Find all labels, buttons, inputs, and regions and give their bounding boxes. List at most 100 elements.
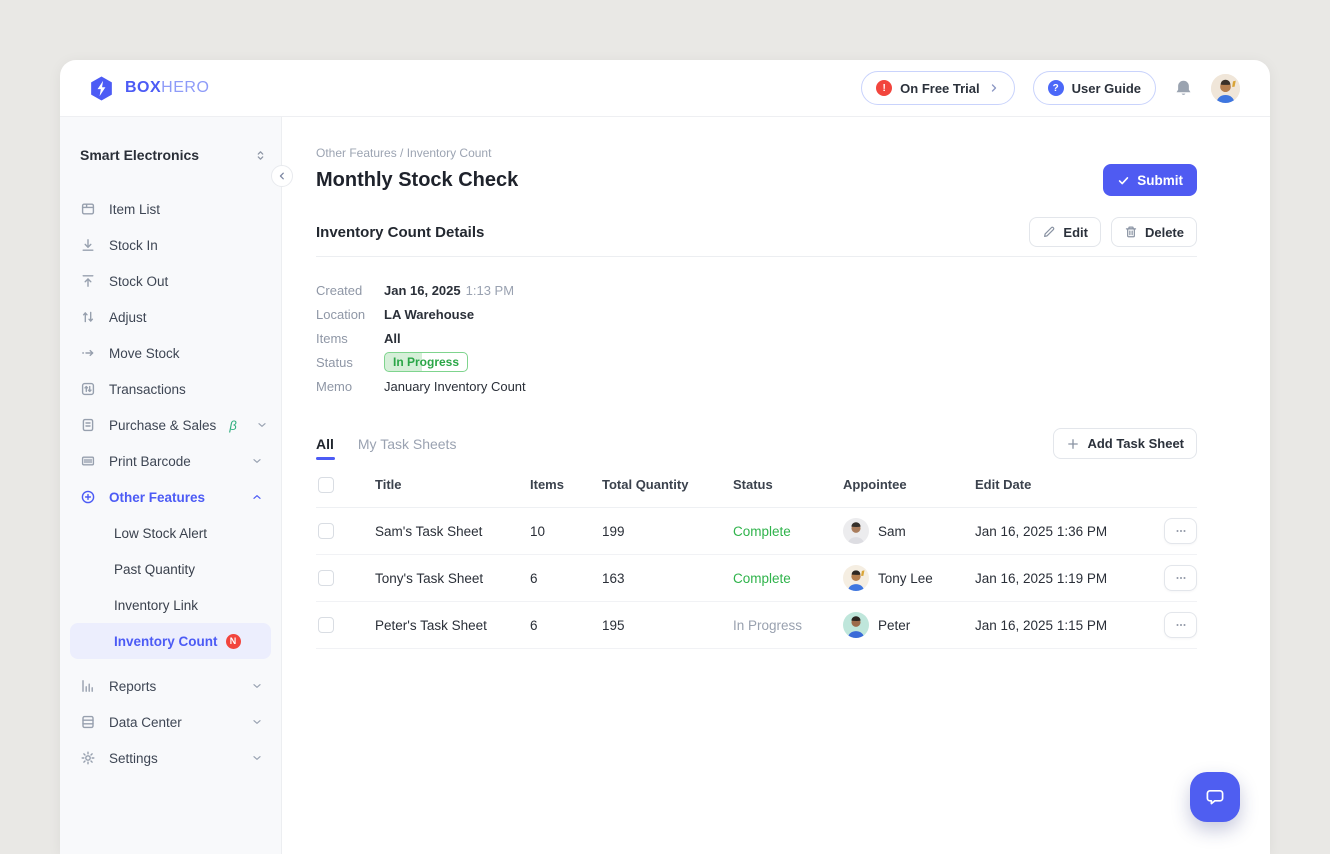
edit-button[interactable]: Edit <box>1029 217 1101 247</box>
more-dots-icon <box>1174 524 1188 538</box>
row-appointee: Tony Lee <box>843 565 975 591</box>
detail-label: Created <box>316 283 384 298</box>
delete-label: Delete <box>1145 225 1184 240</box>
plus-icon <box>1066 437 1080 451</box>
sidebar-item-stock-in[interactable]: Stock In <box>70 227 271 263</box>
sidebar-item-other-features[interactable]: Other Features <box>70 479 271 515</box>
row-more-button[interactable] <box>1164 565 1197 591</box>
sidebar-item-label: Past Quantity <box>114 562 195 577</box>
col-appointee: Appointee <box>843 477 975 492</box>
row-checkbox[interactable] <box>318 523 334 539</box>
created-time: 1:13 PM <box>466 283 514 298</box>
sidebar-collapse-button[interactable] <box>271 165 293 187</box>
row-checkbox[interactable] <box>318 570 334 586</box>
sidebar-item-settings[interactable]: Settings <box>70 740 271 776</box>
sidebar-item-transactions[interactable]: Transactions <box>70 371 271 407</box>
row-qty: 199 <box>602 524 733 539</box>
delete-button[interactable]: Delete <box>1111 217 1197 247</box>
bell-icon[interactable] <box>1174 79 1193 98</box>
item-list-icon <box>80 201 96 217</box>
row-edit-date: Jan 16, 2025 1:36 PM <box>975 524 1157 539</box>
sidebar-item-purchase-sales[interactable]: Purchase & Sales β <box>70 407 271 443</box>
sidebar-item-data-center[interactable]: Data Center <box>70 704 271 740</box>
detail-created: Created Jan 16, 20251:13 PM <box>316 278 1197 302</box>
user-avatar[interactable] <box>1211 74 1240 103</box>
sidebar-item-low-stock-alert[interactable]: Low Stock Alert <box>70 515 271 551</box>
adjust-icon <box>80 309 96 325</box>
row-items: 10 <box>530 524 602 539</box>
sidebar-item-label: Data Center <box>109 715 238 730</box>
col-items: Items <box>530 477 602 492</box>
barcode-icon <box>80 453 96 469</box>
status-badge: In Progress <box>384 352 468 372</box>
transactions-icon <box>80 381 96 397</box>
row-checkbox[interactable] <box>318 617 334 633</box>
sidebar-item-stock-out[interactable]: Stock Out <box>70 263 271 299</box>
appointee-avatar <box>843 612 869 638</box>
row-title: Tony's Task Sheet <box>375 571 530 586</box>
row-more-button[interactable] <box>1164 612 1197 638</box>
table-row[interactable]: Tony's Task Sheet 6 163 Complete Tony Le… <box>316 555 1197 602</box>
chevron-down-icon <box>251 680 263 692</box>
more-dots-icon <box>1174 618 1188 632</box>
chevron-left-icon <box>277 171 287 181</box>
sidebar-item-label: Other Features <box>109 490 238 505</box>
sidebar-item-adjust[interactable]: Adjust <box>70 299 271 335</box>
purchase-sales-icon <box>80 417 96 433</box>
sidebar-item-label: Low Stock Alert <box>114 526 207 541</box>
workspace-switcher[interactable]: Smart Electronics <box>70 145 271 165</box>
table-row[interactable]: Sam's Task Sheet 10 199 Complete Sam Jan… <box>316 508 1197 555</box>
user-guide-button[interactable]: ? User Guide <box>1033 71 1156 105</box>
table-header: Title Items Total Quantity Status Appoin… <box>316 462 1197 508</box>
sidebar-item-past-quantity[interactable]: Past Quantity <box>70 551 271 587</box>
trial-alert-icon: ! <box>876 80 892 96</box>
chevron-down-icon <box>256 419 268 431</box>
sidebar-item-print-barcode[interactable]: Print Barcode <box>70 443 271 479</box>
detail-label: Location <box>316 307 384 322</box>
row-status: Complete <box>733 571 843 586</box>
row-items: 6 <box>530 618 602 633</box>
add-task-sheet-button[interactable]: Add Task Sheet <box>1053 428 1197 459</box>
brand: BOXHERO <box>88 75 209 102</box>
row-edit-date: Jan 16, 2025 1:15 PM <box>975 618 1157 633</box>
sidebar-item-label: Transactions <box>109 382 263 397</box>
row-more-button[interactable] <box>1164 518 1197 544</box>
sidebar-item-label: Purchase & Sales <box>109 418 216 433</box>
col-total-quantity: Total Quantity <box>602 477 733 492</box>
row-edit-date: Jan 16, 2025 1:19 PM <box>975 571 1157 586</box>
sidebar-item-label: Stock Out <box>109 274 263 289</box>
sidebar-item-label: Inventory Link <box>114 598 198 613</box>
detail-status: Status In Progress <box>316 350 1197 374</box>
row-status: Complete <box>733 524 843 539</box>
free-trial-button[interactable]: ! On Free Trial <box>861 71 1014 105</box>
detail-label: Status <box>316 355 384 370</box>
sidebar-item-label: Item List <box>109 202 263 217</box>
select-all-checkbox[interactable] <box>318 477 334 493</box>
detail-location: Location LA Warehouse <box>316 302 1197 326</box>
gear-icon <box>80 750 96 766</box>
sidebar-item-label: Adjust <box>109 310 263 325</box>
sidebar-item-inventory-count[interactable]: Inventory Count N <box>70 623 271 659</box>
sidebar-item-label: Settings <box>109 751 238 766</box>
brand-bold: BOX <box>125 79 161 96</box>
sidebar-item-item-list[interactable]: Item List <box>70 191 271 227</box>
chat-bubble-icon <box>1203 785 1227 809</box>
new-badge: N <box>226 634 241 649</box>
plus-circle-icon <box>80 489 96 505</box>
col-edit-date: Edit Date <box>975 477 1157 492</box>
chat-launcher-button[interactable] <box>1190 772 1240 822</box>
sidebar-item-reports[interactable]: Reports <box>70 668 271 704</box>
sidebar-item-inventory-link[interactable]: Inventory Link <box>70 587 271 623</box>
more-dots-icon <box>1174 571 1188 585</box>
detail-label: Items <box>316 331 384 346</box>
sidebar-item-move-stock[interactable]: Move Stock <box>70 335 271 371</box>
table-row[interactable]: Peter's Task Sheet 6 195 In Progress Pet… <box>316 602 1197 649</box>
submit-button[interactable]: Submit <box>1103 164 1197 196</box>
sort-icon <box>254 149 267 162</box>
tab-all[interactable]: All <box>316 428 334 459</box>
task-sheet-table: Title Items Total Quantity Status Appoin… <box>316 462 1197 649</box>
breadcrumb: Other Features / Inventory Count <box>316 146 1197 160</box>
detail-label: Memo <box>316 379 384 394</box>
tab-my-task-sheets[interactable]: My Task Sheets <box>358 428 457 459</box>
row-title: Peter's Task Sheet <box>375 618 530 633</box>
